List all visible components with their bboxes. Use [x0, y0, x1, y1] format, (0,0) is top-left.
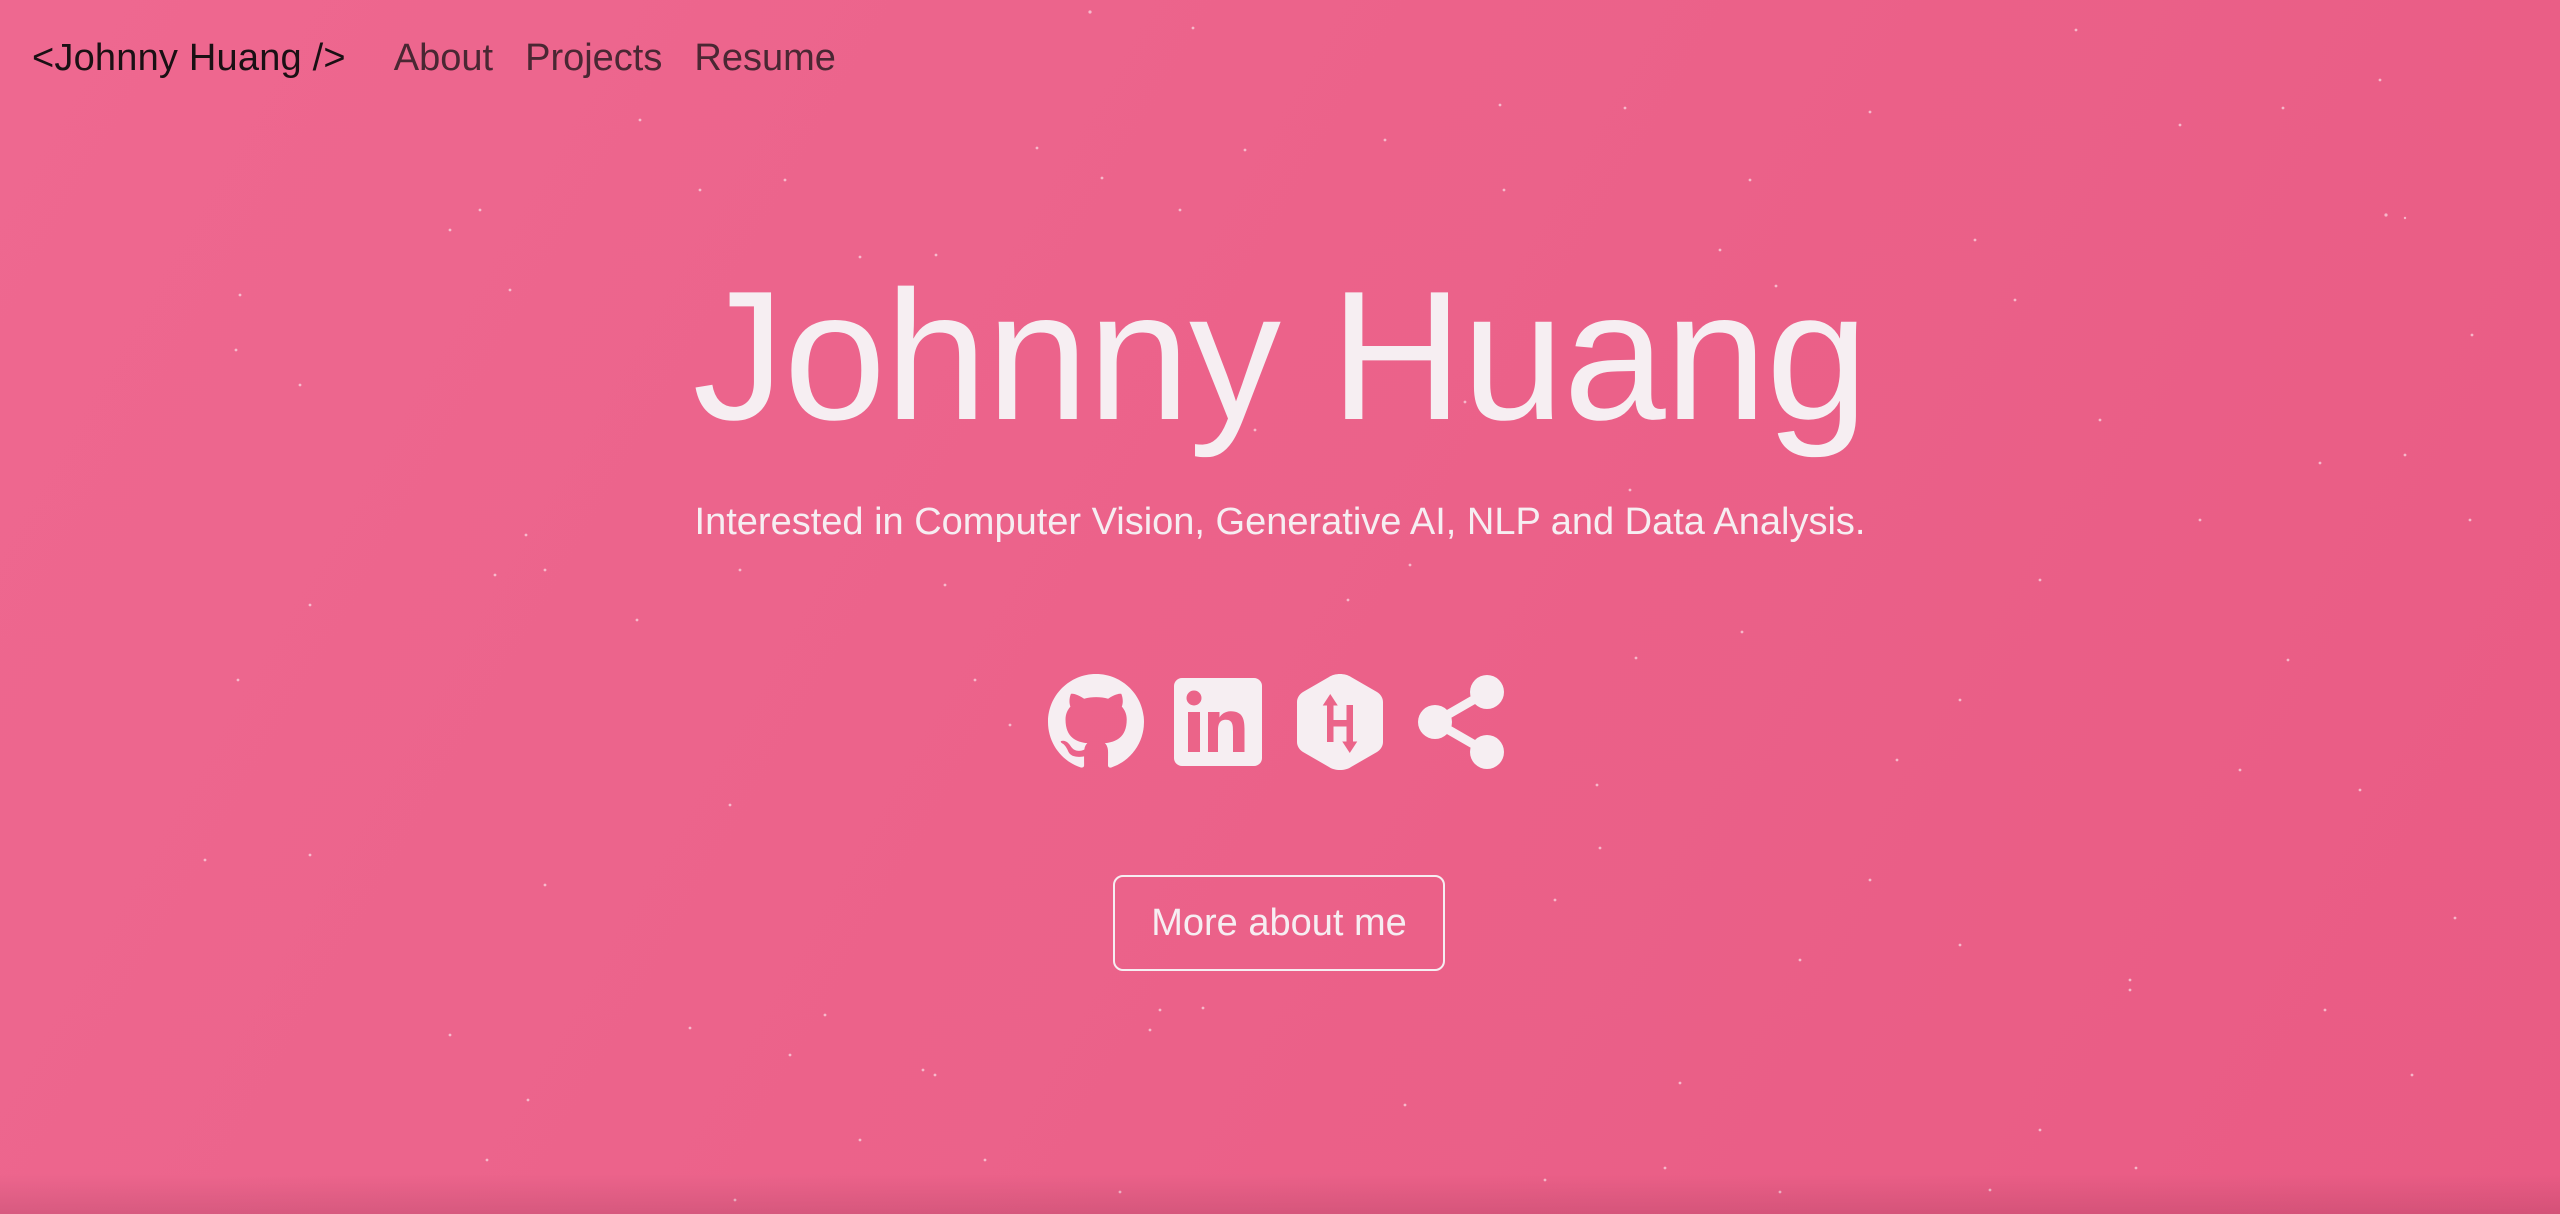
linkedin-link[interactable] — [1170, 670, 1266, 774]
nav-link-resume[interactable]: Resume — [694, 37, 836, 80]
more-about-me-button[interactable]: More about me — [1113, 875, 1445, 971]
starfield-background — [203, 10, 2474, 1202]
share-link[interactable] — [1414, 670, 1510, 774]
hero-subtitle: Interested in Computer Vision, Generativ… — [694, 501, 1866, 543]
github-link[interactable] — [1048, 670, 1144, 774]
nav-link-about[interactable]: About — [394, 37, 493, 80]
hackerrank-icon — [1297, 674, 1383, 770]
nav-link-projects[interactable]: Projects — [525, 37, 662, 80]
social-links — [1048, 670, 1536, 774]
share-icon — [1418, 675, 1504, 769]
hero-title: Johnny Huang — [692, 252, 1869, 458]
linkedin-icon — [1174, 678, 1262, 766]
hero-section: <Johnny Huang /> About Projects Resume J… — [0, 0, 2560, 1214]
github-icon — [1048, 674, 1144, 768]
top-nav: <Johnny Huang /> About Projects Resume — [32, 30, 868, 86]
brand-link[interactable]: <Johnny Huang /> — [32, 37, 346, 80]
hackerrank-link[interactable] — [1292, 670, 1388, 774]
